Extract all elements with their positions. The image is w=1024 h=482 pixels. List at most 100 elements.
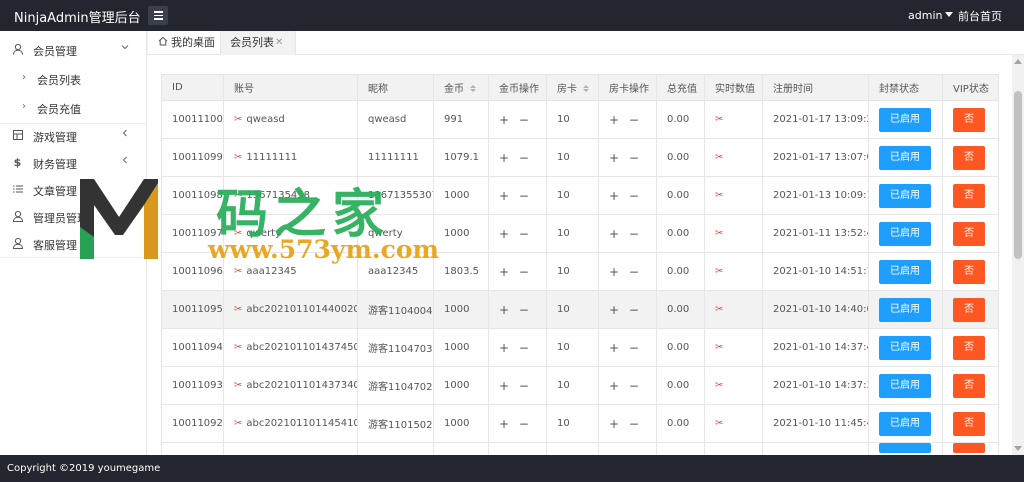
enabled-button[interactable]: 已启用 — [879, 221, 931, 246]
card-plus-minus-buttons[interactable]: + − — [609, 151, 642, 165]
vip-no-button[interactable]: 否 — [953, 145, 985, 170]
coin-plus-minus-buttons[interactable]: + − — [499, 227, 532, 241]
wrench-icon[interactable]: ✂ — [715, 342, 723, 353]
coin-plus-minus-buttons[interactable]: + − — [499, 379, 532, 393]
sidebar-item-members[interactable]: 会员管理 — [0, 37, 147, 63]
wrench-icon[interactable]: ✂ — [234, 190, 242, 201]
cell-ban-status: 已启用 — [868, 100, 943, 139]
enabled-button[interactable]: 已启用 — [879, 411, 931, 436]
sidebar-item-service[interactable]: 客服管理 — [0, 231, 147, 257]
enabled-button[interactable]: 已启用 — [879, 259, 931, 284]
cell-card-ops[interactable] — [598, 442, 657, 455]
enabled-button[interactable]: 已启用 — [879, 373, 931, 398]
card-plus-minus-buttons[interactable]: + − — [609, 341, 642, 355]
cell-card-ops[interactable]: + − — [598, 176, 657, 215]
cell-coin-ops[interactable]: + − — [488, 100, 547, 139]
user-menu[interactable]: admin — [908, 9, 954, 22]
sidebar-item-games[interactable]: 游戏管理 — [0, 123, 147, 149]
sort-icon[interactable] — [470, 84, 476, 92]
wrench-icon[interactable]: ✂ — [234, 266, 242, 277]
vip-no-button[interactable]: 否 — [953, 221, 985, 246]
enabled-button[interactable]: 已启用 — [879, 107, 931, 132]
cell-coin-ops[interactable]: + − — [488, 138, 547, 177]
coin-plus-minus-buttons[interactable]: + − — [499, 341, 532, 355]
enabled-button[interactable]: 已启用 — [879, 145, 931, 170]
tab-member-list[interactable]: 会员列表 ✕ — [220, 31, 296, 55]
enabled-button[interactable]: 已启用 — [879, 335, 931, 360]
cell-card-ops[interactable]: + − — [598, 366, 657, 405]
coin-plus-minus-buttons[interactable]: + − — [499, 265, 532, 279]
column-header-sortable[interactable]: 房卡 — [546, 74, 599, 101]
card-plus-minus-buttons[interactable]: + − — [609, 379, 642, 393]
wrench-icon[interactable]: ✂ — [715, 380, 723, 391]
menu-toggle-button[interactable] — [148, 6, 168, 25]
vip-no-button[interactable]: 否 — [953, 107, 985, 132]
vertical-scrollbar[interactable] — [1012, 55, 1024, 455]
cell-coin-ops[interactable]: + − — [488, 176, 547, 215]
enabled-button[interactable] — [879, 443, 931, 453]
scroll-down-arrow[interactable] — [1014, 446, 1022, 451]
vip-no-button[interactable] — [953, 443, 985, 453]
scrollbar-thumb[interactable] — [1014, 91, 1022, 259]
vip-no-button[interactable]: 否 — [953, 335, 985, 360]
coin-plus-minus-buttons[interactable]: + − — [499, 151, 532, 165]
cell-coin-ops[interactable]: + − — [488, 328, 547, 367]
wrench-icon[interactable]: ✂ — [234, 304, 242, 315]
sidebar-item-finance[interactable]: $ 财务管理 — [0, 150, 147, 176]
wrench-icon[interactable]: ✂ — [715, 190, 723, 201]
wrench-icon[interactable]: ✂ — [234, 418, 242, 429]
cell-coin-ops[interactable]: + − — [488, 404, 547, 443]
coin-plus-minus-buttons[interactable]: + − — [499, 189, 532, 203]
vip-no-button[interactable]: 否 — [953, 373, 985, 398]
wrench-icon[interactable]: ✂ — [234, 228, 242, 239]
cell-card-ops[interactable]: + − — [598, 138, 657, 177]
column-header-sortable[interactable]: 金币 — [433, 74, 489, 101]
card-plus-minus-buttons[interactable]: + − — [609, 189, 642, 203]
wrench-icon[interactable]: ✂ — [234, 114, 242, 125]
enabled-button[interactable]: 已启用 — [879, 297, 931, 322]
card-plus-minus-buttons[interactable]: + − — [609, 227, 642, 241]
coin-plus-minus-buttons[interactable]: + − — [499, 113, 532, 127]
card-plus-minus-buttons[interactable]: + − — [609, 303, 642, 317]
cell-coin-ops[interactable]: + − — [488, 366, 547, 405]
wrench-icon[interactable]: ✂ — [234, 342, 242, 353]
sidebar-subitem-member-list[interactable]: › 会员列表 — [0, 66, 147, 92]
cell-coin-ops[interactable] — [488, 442, 547, 455]
cell-card-ops[interactable]: + − — [598, 214, 657, 253]
wrench-icon[interactable]: ✂ — [715, 418, 723, 429]
wrench-icon[interactable]: ✂ — [715, 114, 723, 125]
cell-coin-ops[interactable]: + − — [488, 290, 547, 329]
vip-no-button[interactable]: 否 — [953, 297, 985, 322]
card-plus-minus-buttons[interactable]: + − — [609, 417, 642, 431]
cell-coin-ops[interactable]: + − — [488, 214, 547, 253]
sidebar-item-articles[interactable]: 文章管理 — [0, 177, 147, 203]
cell-card-ops[interactable]: + − — [598, 252, 657, 291]
card-plus-minus-buttons[interactable]: + − — [609, 113, 642, 127]
enabled-button[interactable]: 已启用 — [879, 183, 931, 208]
cell-coin-ops[interactable]: + − — [488, 252, 547, 291]
scroll-up-arrow[interactable] — [1014, 59, 1022, 64]
wrench-icon[interactable]: ✂ — [715, 266, 723, 277]
card-plus-minus-buttons[interactable]: + − — [609, 265, 642, 279]
wrench-icon[interactable]: ✂ — [715, 304, 723, 315]
sidebar-item-admins[interactable]: 管理员管理 — [0, 204, 147, 230]
wrench-icon[interactable]: ✂ — [234, 152, 242, 163]
cell-coins: 1000 — [433, 290, 489, 329]
sort-icon[interactable] — [583, 84, 589, 92]
vip-no-button[interactable]: 否 — [953, 411, 985, 436]
cell-card-ops[interactable]: + − — [598, 100, 657, 139]
wrench-icon[interactable]: ✂ — [234, 380, 242, 391]
tab-home[interactable]: 我的桌面 — [158, 31, 215, 55]
cell-card-ops[interactable]: + − — [598, 404, 657, 443]
wrench-icon[interactable]: ✂ — [715, 228, 723, 239]
vip-no-button[interactable]: 否 — [953, 183, 985, 208]
sidebar-subitem-member-recharge[interactable]: › 会员充值 — [0, 95, 147, 121]
frontend-home-link[interactable]: 前台首页 — [958, 8, 1002, 24]
vip-no-button[interactable]: 否 — [953, 259, 985, 284]
cell-card-ops[interactable]: + − — [598, 328, 657, 367]
cell-card-ops[interactable]: + − — [598, 290, 657, 329]
coin-plus-minus-buttons[interactable]: + − — [499, 417, 532, 431]
close-icon[interactable]: ✕ — [275, 31, 283, 55]
coin-plus-minus-buttons[interactable]: + − — [499, 303, 532, 317]
wrench-icon[interactable]: ✂ — [715, 152, 723, 163]
